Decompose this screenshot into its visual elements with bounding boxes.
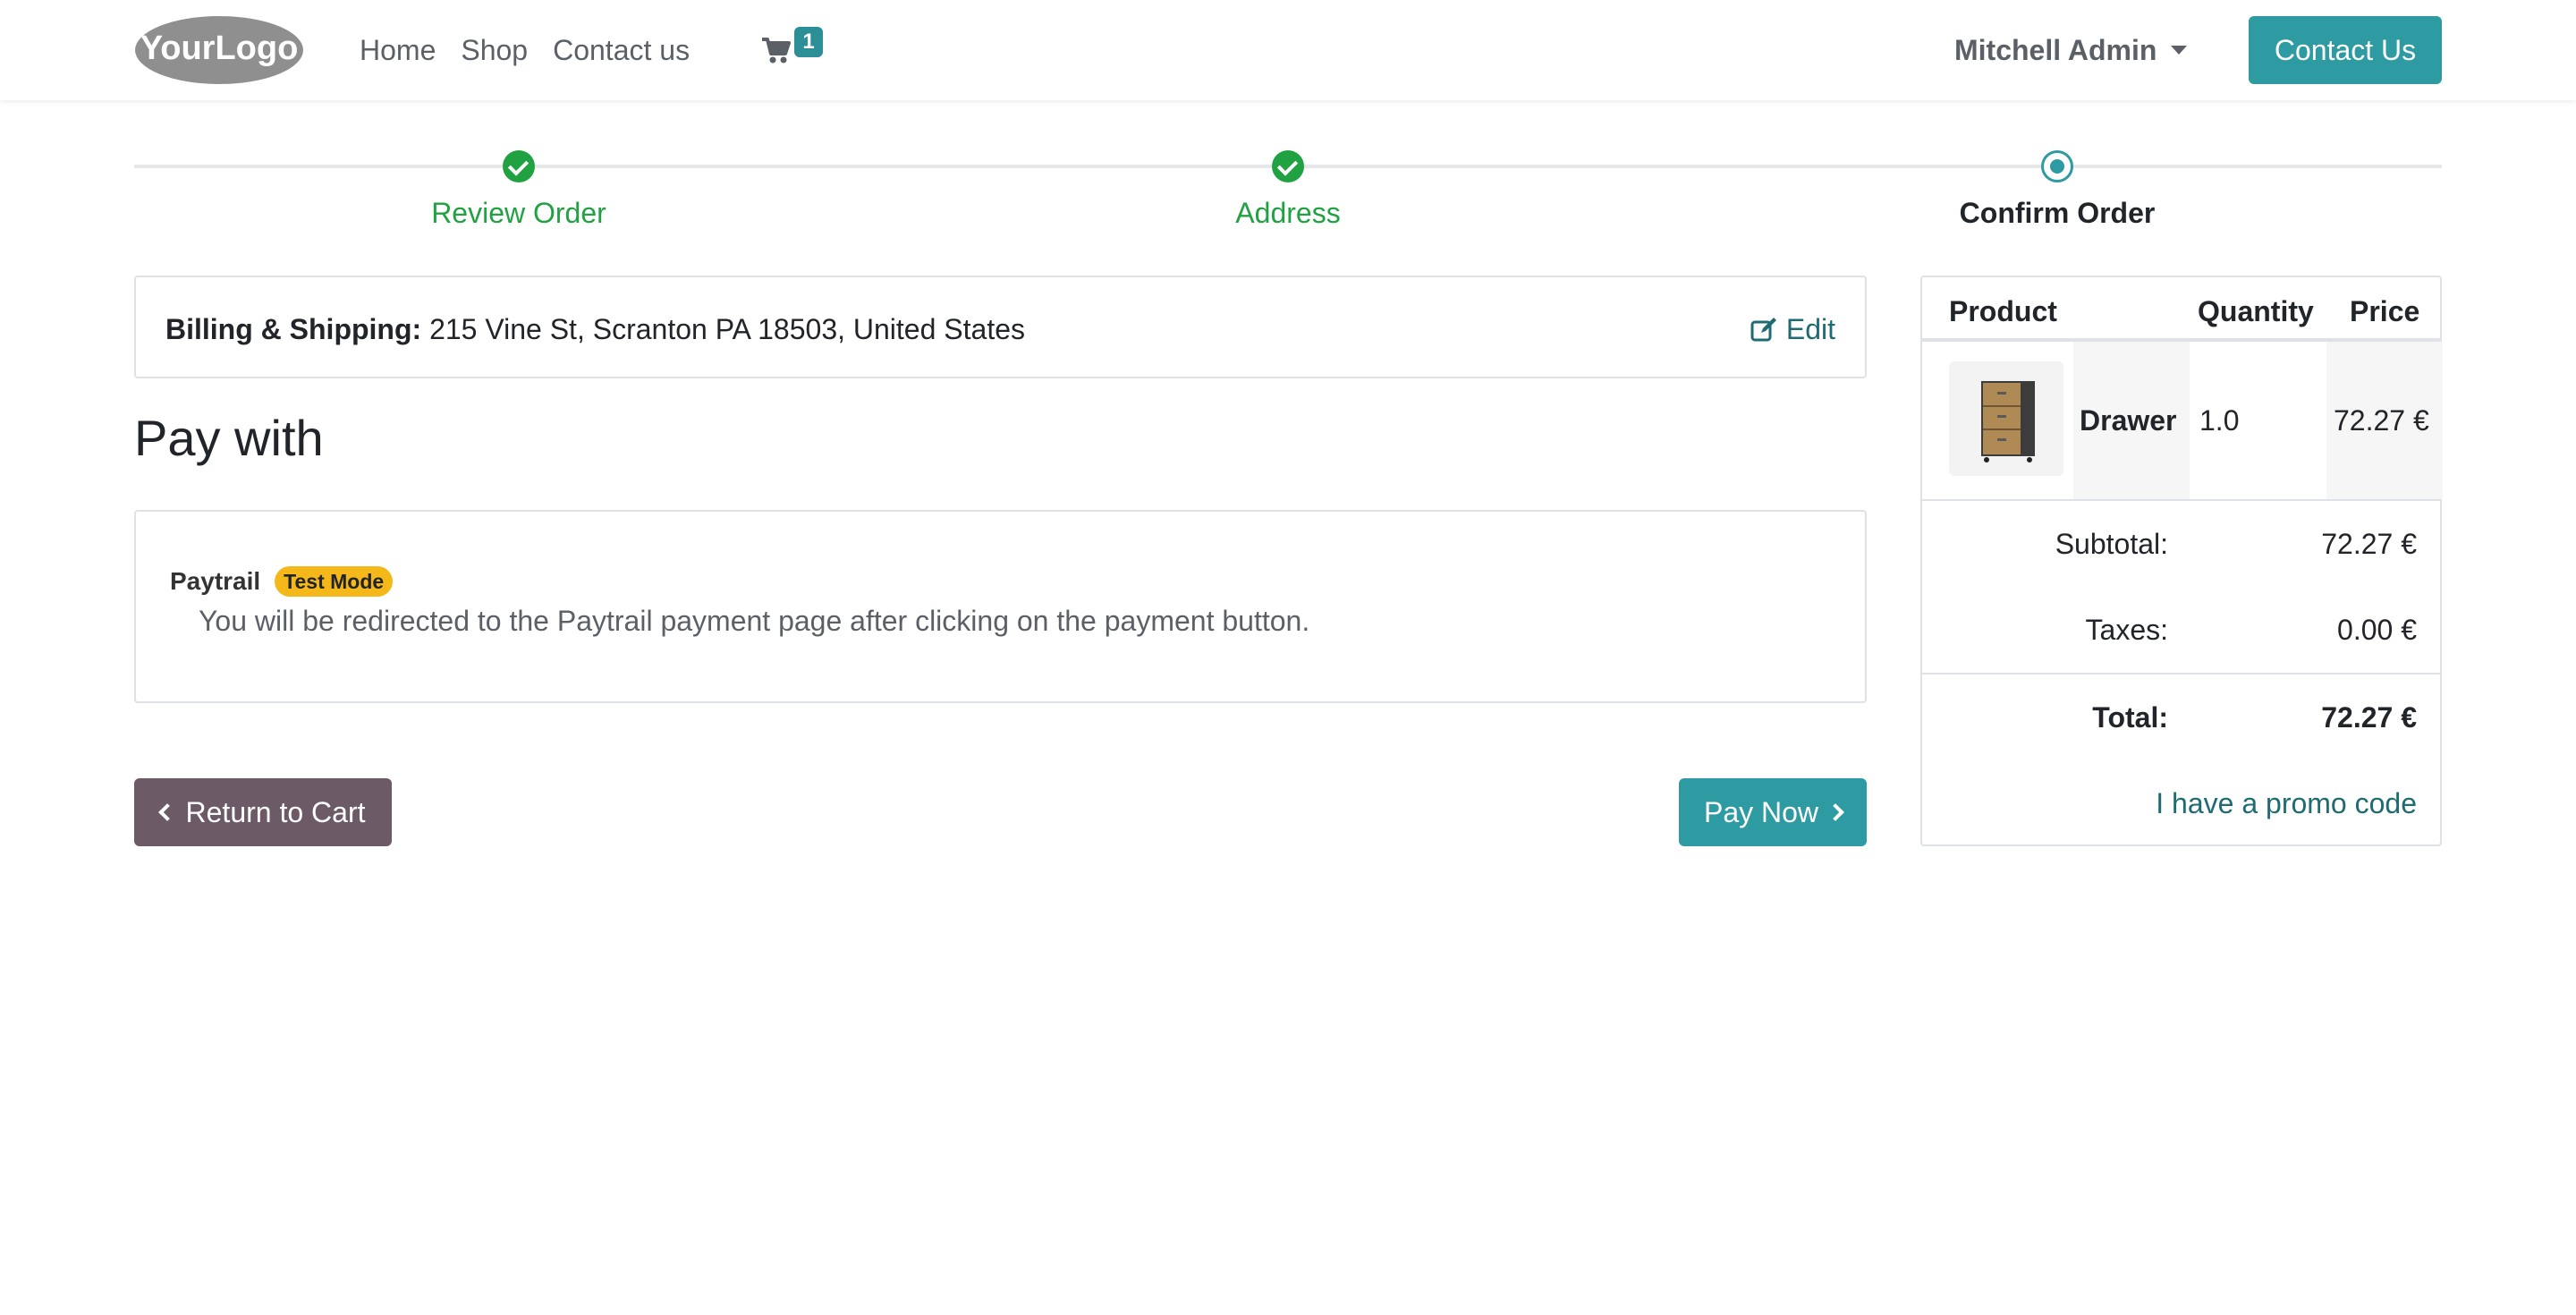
pay-with-heading: Pay with (134, 410, 324, 466)
cart-icon[interactable] (760, 36, 792, 64)
cart-count-badge: 1 (794, 27, 823, 57)
chevron-right-icon (1826, 803, 1844, 821)
pay-now-label: Pay Now (1703, 796, 1819, 828)
edit-icon (1750, 318, 1776, 342)
billing-address: Billing & Shipping: 215 Vine St, Scranto… (165, 311, 1025, 347)
main-nav: Home Shop Contact us (360, 32, 715, 68)
billing-address-value: 215 Vine St, Scranton PA 18503, United S… (429, 313, 1025, 345)
nav-contact-us[interactable]: Contact us (553, 32, 690, 68)
test-mode-badge: Test Mode (275, 566, 394, 597)
total-label: Total: (2092, 701, 2168, 734)
header-product: Product (1949, 295, 2057, 327)
order-summary: Product Quantity Price Drawer 1.0 72.27 … (1920, 276, 2443, 846)
nav-home[interactable]: Home (360, 32, 436, 68)
summary-header: Product Quantity Price (1922, 277, 2440, 342)
current-step-icon (2041, 150, 2073, 182)
product-image[interactable] (1949, 361, 2063, 476)
step-label: Review Order (431, 197, 606, 229)
payment-provider: Paytrail Test Mode (170, 564, 394, 599)
promo-code-link[interactable]: I have a promo code (2156, 785, 2417, 821)
payment-description: You will be redirected to the Paytrail p… (199, 605, 1310, 637)
logo-icon: YourLogo (135, 16, 303, 84)
subtotal-label: Subtotal: (2055, 528, 2168, 560)
provider-name: Paytrail (170, 567, 261, 595)
taxes-label: Taxes: (2085, 614, 2168, 646)
edit-address-link[interactable]: Edit (1750, 311, 1835, 347)
product-quantity: 1.0 (2199, 404, 2240, 437)
billing-label: Billing & Shipping: (165, 313, 422, 345)
header-quantity: Quantity (2198, 295, 2314, 327)
step-address[interactable]: Address (1109, 143, 1467, 231)
divider (1922, 673, 2440, 674)
drawer-icon (1981, 381, 2035, 462)
caret-down-icon (2171, 46, 2188, 55)
step-review-order[interactable]: Review Order (340, 143, 698, 231)
edit-label: Edit (1785, 313, 1835, 345)
check-circle-icon (1272, 150, 1304, 182)
site-header: YourLogo Home Shop Contact us 1 Mitchell… (0, 0, 2576, 100)
payment-method-card[interactable]: Paytrail Test Mode You will be redirecte… (134, 510, 1867, 703)
check-circle-icon (503, 150, 535, 182)
header-price: Price (2350, 295, 2420, 327)
subtotal-value: 72.27 € (2321, 528, 2417, 560)
product-name[interactable]: Drawer (2080, 403, 2177, 438)
taxes-value: 0.00 € (2337, 614, 2417, 646)
pay-now-button[interactable]: Pay Now (1679, 778, 1867, 846)
svg-text:YourLogo: YourLogo (140, 30, 299, 67)
total-value: 72.27 € (2321, 701, 2417, 734)
return-label: Return to Cart (185, 796, 366, 828)
step-confirm-order: Confirm Order (1878, 143, 2236, 231)
return-to-cart-button[interactable]: Return to Cart (134, 778, 392, 846)
billing-shipping-card: Billing & Shipping: 215 Vine St, Scranto… (134, 276, 1867, 378)
site-logo[interactable]: YourLogo (134, 14, 304, 86)
step-label: Confirm Order (1959, 197, 2156, 229)
product-price: 72.27 € (2334, 404, 2429, 437)
chevron-left-icon (157, 803, 176, 821)
contact-us-button[interactable]: Contact Us (2249, 16, 2442, 84)
nav-shop[interactable]: Shop (461, 32, 528, 68)
user-name: Mitchell Admin (1954, 34, 2157, 66)
user-menu[interactable]: Mitchell Admin (1954, 32, 2188, 68)
checkout-progress: Review Order Address Confirm Order (134, 143, 2442, 242)
step-label: Address (1235, 197, 1341, 229)
table-row: Drawer 1.0 72.27 € (1922, 342, 2443, 501)
